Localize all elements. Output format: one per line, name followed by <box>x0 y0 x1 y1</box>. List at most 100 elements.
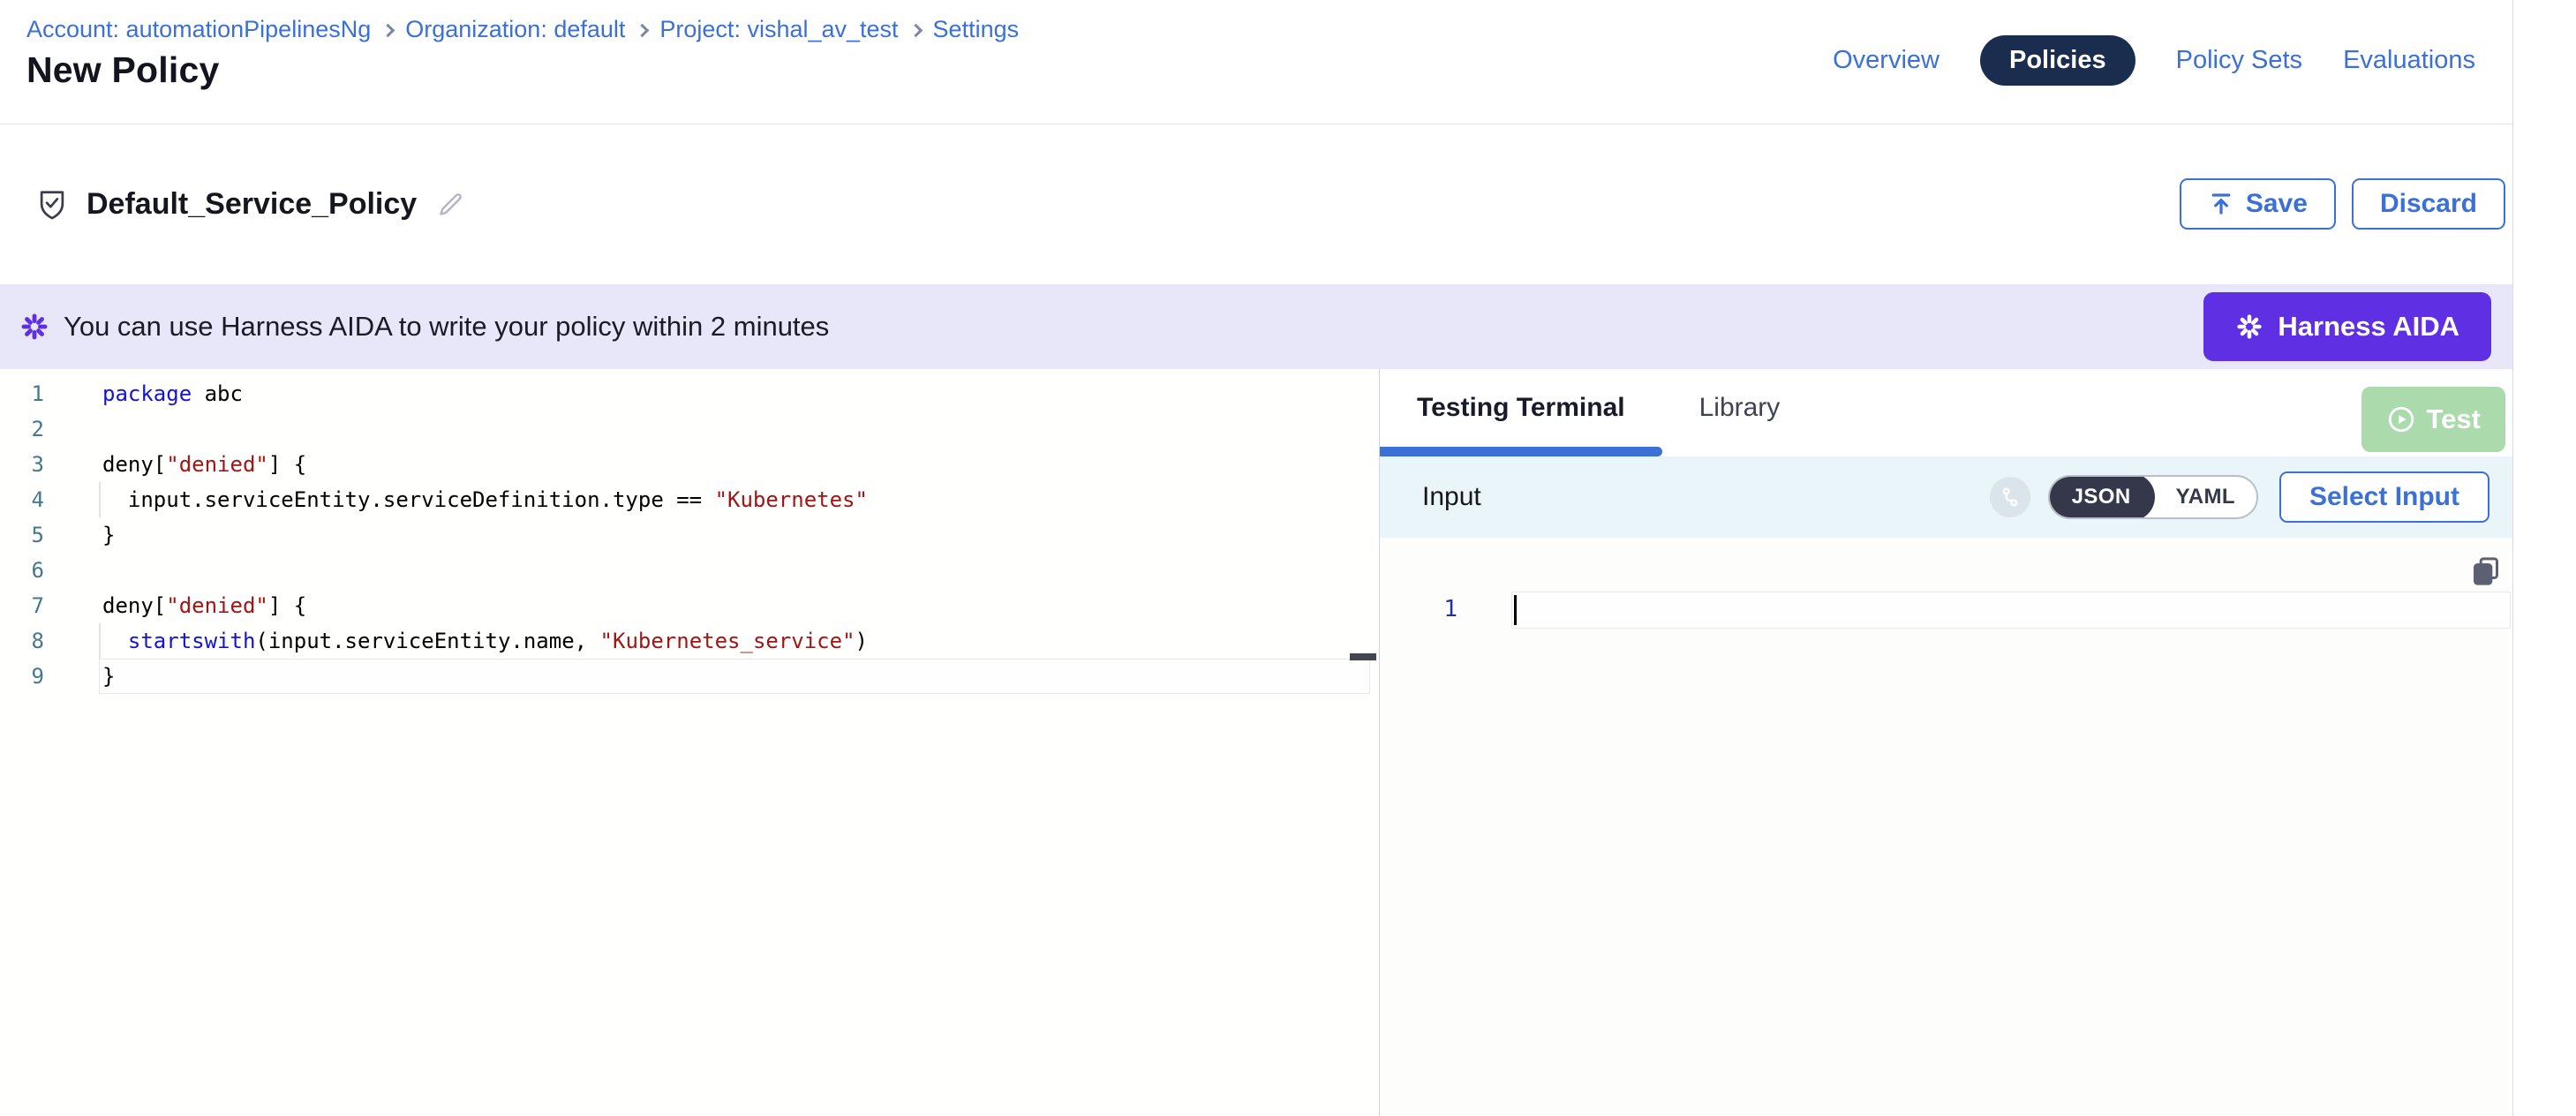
input-code-editor[interactable]: 1 <box>1380 538 2512 1116</box>
code-lines: 1package abc23deny["denied"] {4 input.se… <box>0 376 1379 694</box>
tab-policy-sets[interactable]: Policy Sets <box>2176 46 2302 75</box>
content-frame: Account: automationPipelinesNg Organizat… <box>0 0 2513 1116</box>
harness-aida-button[interactable]: Harness AIDA <box>2203 292 2491 361</box>
page-title: New Policy <box>26 49 219 91</box>
app-root: Account: automationPipelinesNg Organizat… <box>0 0 2576 1116</box>
code-line[interactable]: 9} <box>0 659 1379 694</box>
code-token: ] { <box>268 593 306 618</box>
toggle-option-json[interactable]: JSON <box>2048 475 2155 519</box>
code-text: deny["denied"] { <box>44 593 306 618</box>
policy-name: Default_Service_Policy <box>87 187 417 222</box>
input-label: Input <box>1422 482 1481 512</box>
code-token: (input.serviceEntity.name, <box>255 629 599 653</box>
discard-button[interactable]: Discard <box>2352 178 2505 230</box>
test-button[interactable]: Test <box>2361 387 2505 452</box>
code-token: input.serviceEntity.serviceDefinition.ty… <box>102 487 715 512</box>
tab-overview[interactable]: Overview <box>1833 46 1940 75</box>
code-line[interactable]: 3deny["denied"] { <box>0 447 1379 482</box>
tab-testing-terminal-label: Testing Terminal <box>1417 393 1625 423</box>
breadcrumb-item-account[interactable]: Account: automationPipelinesNg <box>26 16 371 43</box>
chevron-right-icon <box>636 24 650 38</box>
aida-flower-icon <box>2235 313 2263 341</box>
aida-flower-icon <box>19 312 49 342</box>
line-number: 3 <box>0 452 44 477</box>
chevron-right-icon <box>381 24 395 38</box>
breadcrumb-item-organization[interactable]: Organization: default <box>405 16 625 43</box>
select-input-button[interactable]: Select Input <box>2279 471 2489 523</box>
line-number: 2 <box>0 417 44 441</box>
input-line-number: 1 <box>1429 596 1457 622</box>
code-token: abc <box>192 381 243 406</box>
format-toggle: JSON YAML <box>2048 475 2258 519</box>
code-token: deny[ <box>102 593 166 618</box>
save-button[interactable]: Save <box>2180 178 2336 230</box>
line-number: 6 <box>0 558 44 583</box>
code-line[interactable]: 1package abc <box>0 376 1379 411</box>
policy-name-group: Default_Service_Policy <box>35 124 466 284</box>
policy-toolbar: Default_Service_Policy Save <box>0 124 2512 284</box>
breadcrumb-item-project[interactable]: Project: vishal_av_test <box>659 16 898 43</box>
upload-icon <box>2208 191 2234 217</box>
aida-banner-message: You can use Harness AIDA to write your p… <box>64 311 829 343</box>
code-text: package abc <box>44 381 243 406</box>
tab-testing-terminal[interactable]: Testing Terminal <box>1380 369 1662 456</box>
breadcrumb-item-settings[interactable]: Settings <box>933 16 1020 43</box>
code-token <box>102 629 128 653</box>
line-number: 7 <box>0 593 44 618</box>
main-split: 1package abc23deny["denied"] {4 input.se… <box>0 369 2512 1116</box>
code-token: ] { <box>268 452 306 477</box>
code-text: deny["denied"] { <box>44 452 306 477</box>
text-cursor <box>1514 595 1517 625</box>
test-button-label: Test <box>2427 403 2481 435</box>
git-branch-icon[interactable] <box>1990 477 2030 517</box>
code-line[interactable]: 2 <box>0 411 1379 447</box>
code-token: "denied" <box>166 452 268 477</box>
harness-aida-button-label: Harness AIDA <box>2278 311 2459 343</box>
line-number: 1 <box>0 381 44 406</box>
code-line[interactable]: 7deny["denied"] { <box>0 588 1379 623</box>
code-token: deny[ <box>102 452 166 477</box>
tab-policies[interactable]: Policies <box>1980 35 2135 86</box>
toggle-option-yaml[interactable]: YAML <box>2155 475 2256 519</box>
code-token: "Kubernetes_service" <box>600 629 855 653</box>
tab-library-label: Library <box>1699 393 1781 423</box>
code-token: "denied" <box>166 593 268 618</box>
copy-icon[interactable] <box>2468 554 2504 589</box>
line-number: 8 <box>0 629 44 653</box>
chevron-right-icon <box>908 24 923 38</box>
testing-panel: Testing Terminal Library Test <box>1380 369 2512 1116</box>
code-text: input.serviceEntity.serviceDefinition.ty… <box>44 487 868 512</box>
line-number: 4 <box>0 487 44 512</box>
policy-code-editor[interactable]: 1package abc23deny["denied"] {4 input.se… <box>0 369 1380 1116</box>
page-header: Account: automationPipelinesNg Organizat… <box>0 0 2512 124</box>
shield-check-icon <box>35 188 69 222</box>
edit-pencil-icon[interactable] <box>434 189 466 221</box>
overview-ruler-cursor-marker <box>1350 653 1376 660</box>
code-text: } <box>44 523 115 547</box>
tab-library[interactable]: Library <box>1662 369 1818 456</box>
save-button-label: Save <box>2246 189 2308 219</box>
code-token: ) <box>855 629 868 653</box>
code-token: package <box>102 381 192 406</box>
code-line[interactable]: 5} <box>0 517 1379 553</box>
code-token: } <box>102 523 115 547</box>
code-line[interactable]: 4 input.serviceEntity.serviceDefinition.… <box>0 482 1379 517</box>
code-line[interactable]: 8 startswith(input.serviceEntity.name, "… <box>0 623 1379 659</box>
aida-banner: You can use Harness AIDA to write your p… <box>0 284 2512 369</box>
code-text: startswith(input.serviceEntity.name, "Ku… <box>44 629 868 653</box>
tab-evaluations[interactable]: Evaluations <box>2343 46 2475 75</box>
breadcrumb: Account: automationPipelinesNg Organizat… <box>26 16 1019 43</box>
code-token: "Kubernetes" <box>715 487 868 512</box>
code-token: startswith <box>128 629 256 653</box>
input-bar: Input JSON YAML Select Input <box>1380 456 2512 538</box>
code-line[interactable]: 6 <box>0 553 1379 588</box>
module-tabs: Overview Policies Policy Sets Evaluation… <box>1833 35 2475 85</box>
toolbar-actions: Save Discard <box>2180 178 2505 230</box>
code-token: } <box>102 664 115 689</box>
discard-button-label: Discard <box>2380 189 2477 219</box>
line-number: 9 <box>0 664 44 689</box>
line-number: 5 <box>0 523 44 547</box>
code-text: } <box>44 664 115 689</box>
testing-panel-tabs: Testing Terminal Library Test <box>1380 369 2512 456</box>
play-circle-icon <box>2386 404 2416 434</box>
